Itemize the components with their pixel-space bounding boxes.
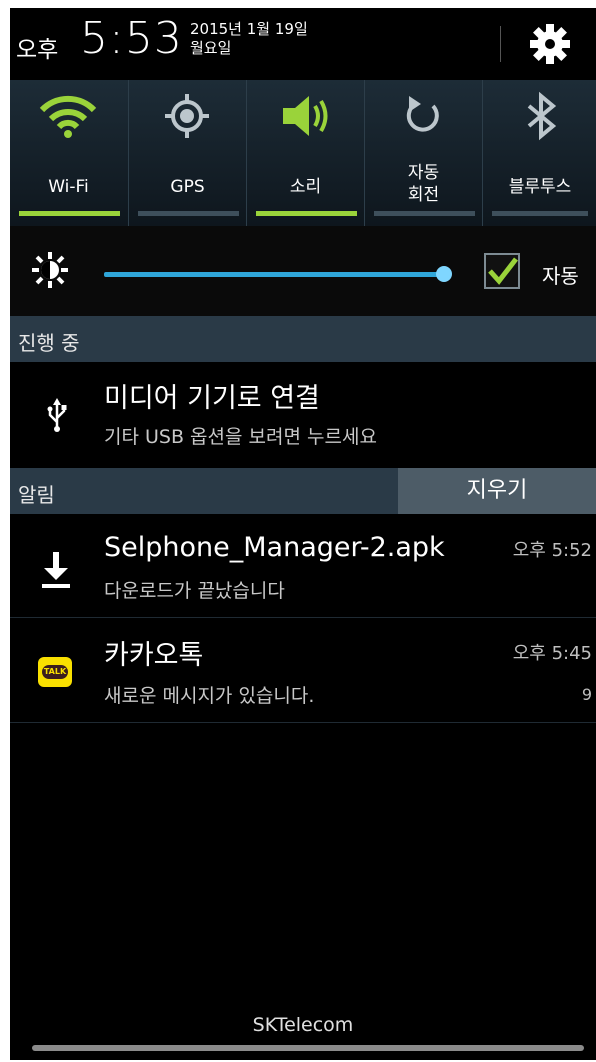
clear-button[interactable]: 지우기 [398,468,596,514]
notifications-header-label: 알림 [18,483,55,507]
gps-indicator [138,211,239,216]
kakaotalk-time: 오후 5:45 [512,643,592,664]
ongoing-section-header: 진행 중 [10,316,596,362]
bluetooth-indicator [492,211,588,216]
wifi-label: Wi-Fi [48,177,89,197]
usb-notification[interactable]: 미디어 기기로 연결 기타 USB 옵션을 보려면 누르세요 [10,362,596,466]
kakaotalk-title: 카카오톡 [104,640,204,671]
rotate-label-line2: 회전 [407,185,440,205]
notifications-section-header: 알림 지우기 [10,468,596,514]
download-subtitle: 다운로드가 끝났습니다 [104,580,285,602]
rotate-indicator [374,211,475,216]
download-time: 오후 5:52 [512,540,592,561]
usb-title: 미디어 기기로 연결 [104,383,320,414]
quick-settings-bar: Wi-Fi GPS 소리 자동 회전 블루투스 [10,80,596,226]
download-icon [42,552,70,588]
bluetooth-icon [527,91,557,141]
gps-icon [165,94,209,138]
toggle-wifi[interactable]: Wi-Fi [10,80,127,226]
brightness-icon [32,252,68,288]
rotate-label-line1: 자동 [407,163,440,183]
toggle-bluetooth[interactable]: 블루투스 [482,80,596,226]
date-line: 2015년 1월 19일 [190,20,308,38]
clock-time: 5:53 [80,13,183,64]
kakaotalk-subtitle: 새로운 메시지가 있습니다. [104,685,315,707]
kakaotalk-notification[interactable]: TALK 카카오톡 새로운 메시지가 있습니다. 오후 5:45 9 [10,619,596,723]
ampm-label: 오후 [16,37,59,63]
toggle-auto-rotate[interactable]: 자동 회전 [364,80,482,226]
download-notification[interactable]: Selphone_Manager-2.apk 다운로드가 끝났습니다 오후 5:… [10,514,596,618]
kakaotalk-icon-text: TALK [42,665,68,679]
divider [10,722,596,723]
brightness-row: 자동 [10,226,596,318]
wifi-icon [39,95,97,138]
check-icon [488,257,518,285]
usb-icon [47,398,67,432]
download-title: Selphone_Manager-2.apk [104,532,445,563]
weekday-line: 월요일 [190,39,232,57]
brightness-slider-thumb[interactable] [436,266,452,282]
drag-handle[interactable] [32,1045,584,1051]
auto-brightness-checkbox[interactable] [484,253,520,289]
kakaotalk-count: 9 [581,685,592,704]
auto-brightness-label: 자동 [542,264,579,288]
divider [10,617,596,618]
sound-indicator [256,211,357,216]
gps-label: GPS [170,177,205,197]
sound-label: 소리 [289,177,322,197]
status-header: 오후 5:53 2015년 1월 19일 월요일 [10,8,596,78]
kakaotalk-icon: TALK [38,657,72,687]
ongoing-header-label: 진행 중 [18,331,80,355]
toggle-sound[interactable]: 소리 [246,80,364,226]
sound-icon [283,96,328,136]
bluetooth-label: 블루투스 [508,177,572,197]
brightness-slider[interactable] [104,272,444,277]
notification-shade: 오후 5:53 2015년 1월 19일 월요일 Wi-Fi GPS 소리 자동… [10,8,596,1060]
wifi-indicator [19,211,120,216]
carrier-label: SKTelecom [252,1014,354,1036]
header-divider [500,26,501,62]
rotate-icon [406,96,439,132]
gear-icon[interactable] [528,22,572,66]
usb-subtitle: 기타 USB 옵션을 보려면 누르세요 [104,426,377,448]
toggle-gps[interactable]: GPS [128,80,246,226]
date-block: 2015년 1월 19일 월요일 [190,20,308,58]
